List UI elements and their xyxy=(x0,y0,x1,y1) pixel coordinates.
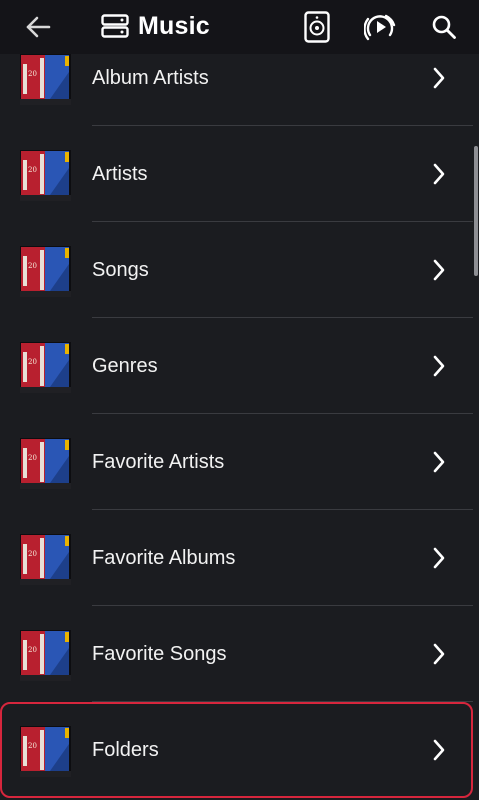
music-library-screen: 20 Album Artists 20 Artists 20 Songs 20 … xyxy=(0,0,479,800)
server-icon xyxy=(100,11,130,41)
search-icon xyxy=(432,15,456,39)
speaker-button[interactable] xyxy=(299,9,335,45)
list-item-label: Favorite Songs xyxy=(92,643,227,665)
chevron-right-icon xyxy=(425,736,453,764)
list-item-folders[interactable]: 20 Folders xyxy=(0,702,473,798)
chevron-right-icon xyxy=(425,640,453,668)
cast-play-button[interactable] xyxy=(362,9,398,45)
album-art-thumbnail: 20 xyxy=(20,54,71,105)
speaker-icon xyxy=(304,11,330,43)
svg-text:20: 20 xyxy=(28,262,37,270)
album-art-thumbnail: 20 xyxy=(20,438,71,489)
chevron-right-icon xyxy=(425,256,453,284)
list-item-genres[interactable]: 20 Genres xyxy=(0,318,473,414)
cast-play-icon xyxy=(364,14,396,41)
app-title-group: Music xyxy=(100,10,210,42)
svg-text:20: 20 xyxy=(28,646,37,654)
album-art-thumbnail: 20 xyxy=(20,150,71,201)
album-art-thumbnail: 20 xyxy=(20,534,71,585)
page-title: Music xyxy=(138,11,210,40)
album-art-thumbnail: 20 xyxy=(20,630,71,681)
svg-text:20: 20 xyxy=(28,358,37,366)
list-item-label: Genres xyxy=(92,355,158,377)
svg-text:20: 20 xyxy=(28,454,37,462)
album-art-thumbnail: 20 xyxy=(20,342,71,393)
list-item-label: Album Artists xyxy=(92,67,209,89)
svg-text:20: 20 xyxy=(28,166,37,174)
search-button[interactable] xyxy=(426,9,462,45)
list-item-label: Folders xyxy=(92,739,159,761)
album-art-thumbnail: 20 xyxy=(20,726,71,777)
chevron-right-icon xyxy=(425,544,453,572)
library-list: 20 Album Artists 20 Artists 20 Songs 20 … xyxy=(0,30,473,798)
list-item-favorite-albums[interactable]: 20 Favorite Albums xyxy=(0,510,473,606)
arrow-left-icon xyxy=(26,16,51,38)
svg-text:20: 20 xyxy=(28,70,37,78)
back-button[interactable] xyxy=(20,9,56,45)
scrollbar-thumb[interactable] xyxy=(474,146,478,276)
scrollbar[interactable] xyxy=(473,62,479,800)
svg-text:20: 20 xyxy=(28,550,37,558)
top-app-bar: Music xyxy=(0,0,479,54)
album-art-thumbnail: 20 xyxy=(20,246,71,297)
svg-text:20: 20 xyxy=(28,742,37,750)
list-item-label: Artists xyxy=(92,163,148,185)
chevron-right-icon xyxy=(425,352,453,380)
list-item-artists[interactable]: 20 Artists xyxy=(0,126,473,222)
list-item-songs[interactable]: 20 Songs xyxy=(0,222,473,318)
list-item-favorite-songs[interactable]: 20 Favorite Songs xyxy=(0,606,473,702)
chevron-right-icon xyxy=(425,64,453,92)
list-item-favorite-artists[interactable]: 20 Favorite Artists xyxy=(0,414,473,510)
list-item-label: Favorite Albums xyxy=(92,547,236,569)
chevron-right-icon xyxy=(425,160,453,188)
chevron-right-icon xyxy=(425,448,453,476)
list-item-label: Songs xyxy=(92,259,149,281)
list-item-label: Favorite Artists xyxy=(92,451,225,473)
